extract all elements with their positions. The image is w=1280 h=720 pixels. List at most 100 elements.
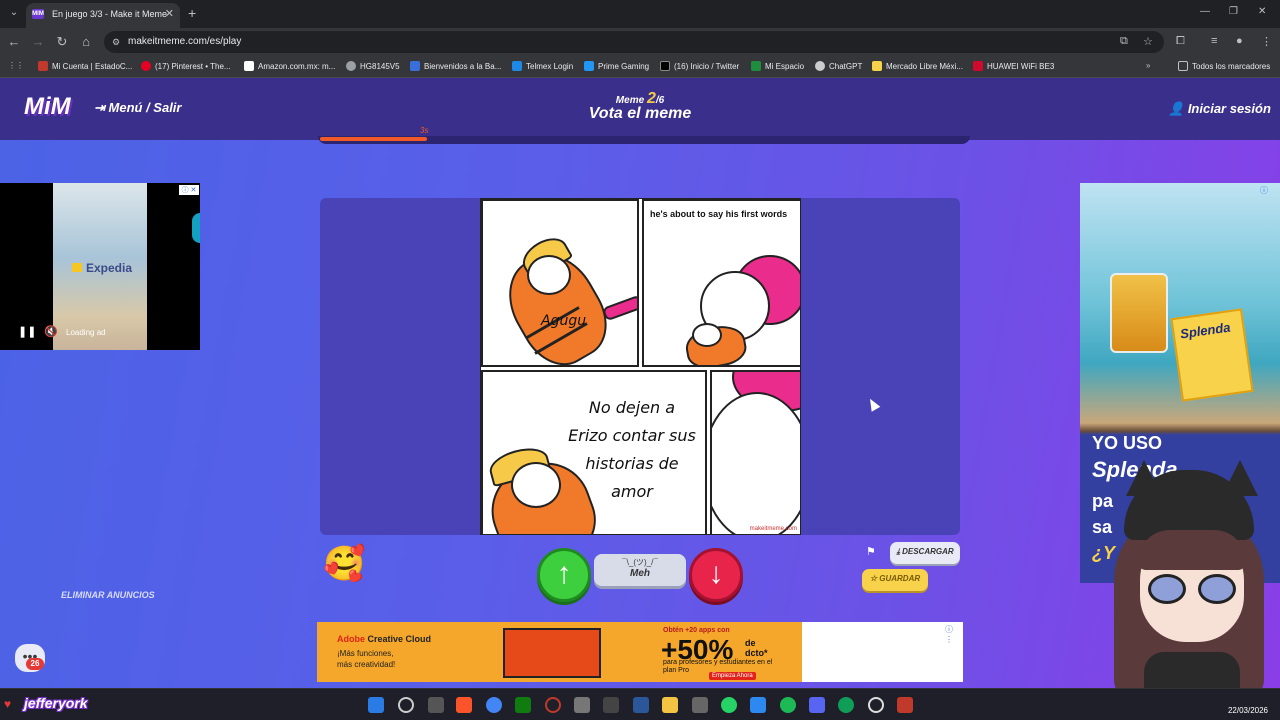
cat-ear-right	[1222, 460, 1258, 496]
app-icon-3[interactable]	[897, 697, 913, 713]
obs-icon[interactable]	[868, 697, 884, 713]
bookmark-item[interactable]: Amazon.com.mx: m...	[244, 61, 335, 71]
remove-ads-link[interactable]: ELIMINAR ANUNCIOS	[61, 590, 155, 600]
discord-icon[interactable]	[809, 697, 825, 713]
meh-button[interactable]: ¯\_(ツ)_/¯ Meh	[594, 554, 686, 586]
minimize-icon[interactable]: —	[1200, 6, 1210, 17]
bookmark-item[interactable]: Bienvenidos a la Ba...	[410, 61, 501, 71]
home-icon[interactable]: ⌂	[78, 34, 94, 50]
ad-headline-1: YO USO	[1092, 433, 1163, 453]
xbox-icon[interactable]	[515, 697, 531, 713]
adchoices-icon[interactable]: ⓘ ⋮	[945, 624, 963, 644]
menu-exit-button[interactable]: ⇥ Menú / Salir	[94, 100, 181, 116]
bookmark-item[interactable]: Mercado Libre Méxi...	[872, 61, 963, 71]
pause-icon[interactable]: ❚❚	[18, 325, 36, 338]
forward-icon[interactable]: →	[30, 34, 46, 50]
star-icon: ☆	[869, 574, 880, 583]
spotify-icon[interactable]	[780, 697, 796, 713]
meh-label: Meh	[630, 568, 650, 579]
shrug-face: ¯\_(ツ)_/¯	[622, 558, 658, 567]
login-button[interactable]: 👤 Iniciar sesión	[1168, 101, 1271, 117]
opera-icon[interactable]	[545, 697, 561, 713]
speech-text: Agugu	[541, 313, 587, 329]
user-icon: 👤	[1168, 101, 1188, 116]
whatsapp-icon[interactable]	[721, 697, 737, 713]
search-icon[interactable]	[398, 697, 414, 713]
install-icon[interactable]: ⧉	[1120, 35, 1128, 48]
bookmark-item[interactable]: Mi Cuenta | EstadoC...	[38, 61, 132, 71]
ad-promo-text: Obtén +20 apps con	[663, 627, 730, 634]
emoji-reaction-button[interactable]: 🥰	[323, 544, 365, 584]
profile-avatar-icon[interactable]: ●	[1236, 35, 1243, 47]
more-menu-icon[interactable]: ⋮	[1261, 35, 1272, 48]
save-button[interactable]: ☆ GUARDAR	[862, 569, 928, 591]
tab-close-icon[interactable]: ✕	[165, 3, 174, 25]
extensions-icon[interactable]: ⧠	[1176, 35, 1185, 48]
address-bar[interactable]: ⚙ makeitmeme.com/es/play	[104, 31, 1164, 53]
chrome-icon[interactable]	[486, 697, 502, 713]
avatar-left-eye	[1148, 574, 1186, 604]
browser-tab[interactable]: MIM En juego 3/3 - Make it Meme ✕	[26, 3, 180, 28]
windows-taskbar: 22/03/2026	[0, 688, 1280, 720]
app-icon[interactable]	[603, 697, 619, 713]
ad-drink-glass	[1110, 273, 1168, 353]
mute-icon[interactable]: 🔇	[44, 325, 58, 338]
downvote-button[interactable]: ↓	[689, 548, 743, 602]
start-icon[interactable]	[368, 697, 384, 713]
task-view-icon[interactable]	[428, 697, 444, 713]
edge-icon[interactable]	[838, 697, 854, 713]
ad-brand: Adobe Creative Cloud	[337, 634, 432, 644]
back-icon[interactable]: ←	[6, 34, 22, 50]
heart-icon: ♥	[4, 697, 12, 711]
adchoices-icon[interactable]: ⓘ	[1260, 185, 1268, 196]
site-logo[interactable]: MiM	[24, 93, 71, 121]
upvote-button[interactable]: ↑	[537, 548, 591, 602]
bookmark-item[interactable]: (16) Inicio / Twitter	[660, 61, 739, 71]
bookmark-star-icon[interactable]: ☆	[1143, 35, 1153, 48]
meme-watermark: makeitmeme.com	[749, 526, 797, 532]
site-content: MiM ⇥ Menú / Salir Meme 2/6 Vota el meme…	[0, 78, 1280, 688]
bookmark-item[interactable]: Telmex Login	[512, 61, 573, 71]
new-tab-icon[interactable]: +	[188, 5, 196, 21]
more-bookmarks-icon[interactable]: »	[1146, 61, 1150, 70]
bookmark-item[interactable]: HG8145V5	[346, 61, 400, 71]
report-flag-icon[interactable]: ⚑	[866, 545, 876, 558]
arrow-down-icon: ↓	[708, 557, 724, 590]
bookmark-item[interactable]: (17) Pinterest • The...	[141, 61, 231, 71]
photos-icon[interactable]	[750, 697, 766, 713]
reload-icon[interactable]: ↻	[54, 34, 70, 50]
exit-icon: ⇥	[94, 100, 109, 115]
ad-tagline: ¡Más funciones, más creatividad!	[337, 649, 396, 669]
all-bookmarks-folder[interactable]: Todos los marcadores	[1178, 61, 1270, 71]
bookmark-item[interactable]: Prime Gaming	[584, 61, 649, 71]
meme-panel-2: he's about to say his first words	[642, 199, 800, 367]
bottom-banner-ad[interactable]: Adobe Creative Cloud ¡Más funciones, más …	[317, 622, 963, 682]
expedia-logo-icon	[72, 263, 82, 272]
bookmark-item[interactable]: HUAWEI WiFi BE3	[973, 61, 1054, 71]
taskbar-clock[interactable]: 22/03/2026	[1228, 706, 1268, 715]
store-icon[interactable]	[574, 697, 590, 713]
streamer-avatar-overlay	[1104, 460, 1280, 700]
site-header: MiM ⇥ Menú / Salir Meme 2/6 Vota el meme…	[0, 78, 1280, 140]
ad-cta-button[interactable]: Empieza Ahora	[709, 672, 756, 680]
bookmark-item[interactable]: ChatGPT	[815, 61, 862, 71]
meme-panel-1: Agugu	[481, 199, 639, 367]
ad-side-tab	[192, 213, 200, 243]
editor-icon[interactable]	[633, 697, 649, 713]
left-video-ad[interactable]: Expedia ❚❚ 🔇 Loading ad ⓘ ✕	[0, 183, 200, 350]
apps-grid-icon[interactable]: ⋮⋮	[8, 61, 24, 70]
window-close-icon[interactable]: ✕	[1258, 6, 1266, 17]
mother-closeup-face	[712, 392, 800, 534]
folder-icon[interactable]	[662, 697, 678, 713]
reading-list-icon[interactable]: ≡	[1211, 35, 1217, 47]
app-icon-2[interactable]	[692, 697, 708, 713]
browser-toolbar: ← → ↻ ⌂ ⚙ makeitmeme.com/es/play ⧉ ☆ ⧠ ≡…	[0, 28, 1280, 56]
restore-icon[interactable]: ❐	[1229, 6, 1238, 17]
brave-icon[interactable]	[456, 697, 472, 713]
tab-search-icon[interactable]: ⌄	[6, 5, 22, 21]
download-button[interactable]: ⤓ DESCARGAR	[890, 542, 960, 564]
site-info-icon[interactable]: ⚙	[112, 31, 120, 53]
adchoices-icon[interactable]: ⓘ ✕	[179, 185, 199, 195]
chat-count-badge: 26	[26, 658, 44, 670]
bookmark-item[interactable]: Mi Espacio	[751, 61, 804, 71]
